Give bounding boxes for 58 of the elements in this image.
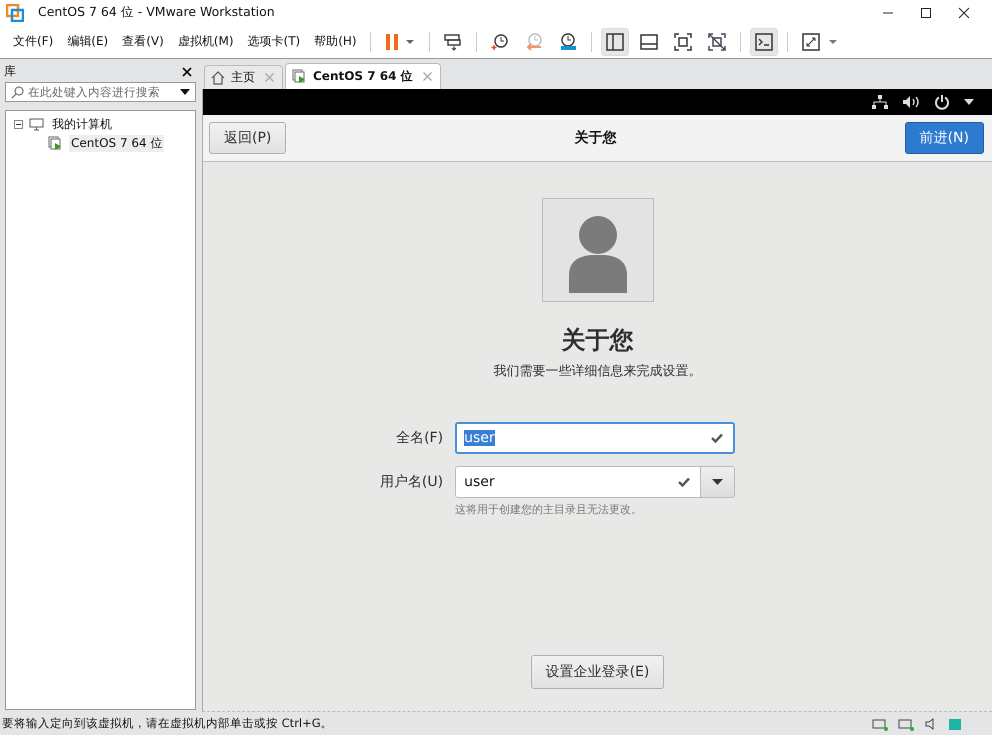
check-icon	[711, 433, 724, 443]
home-icon	[211, 70, 225, 84]
vm-icon	[292, 69, 307, 84]
menu-item[interactable]: 编辑(E)	[60, 33, 116, 50]
power-icon[interactable]	[934, 94, 950, 110]
tree-item[interactable]: 我的计算机	[50, 116, 114, 133]
menu-item[interactable]: 文件(F)	[6, 33, 60, 50]
volume-icon[interactable]	[902, 95, 920, 109]
tree-item[interactable]: CentOS 7 64 位	[69, 135, 164, 152]
user-silhouette-icon	[566, 213, 628, 293]
network-icon[interactable]	[872, 95, 888, 109]
check-icon	[678, 477, 690, 487]
app-logo-icon	[6, 4, 24, 22]
search-icon	[11, 86, 24, 98]
search-field[interactable]: 在此处键入内容进行搜索	[5, 82, 196, 102]
maximize-icon[interactable]	[920, 6, 932, 18]
panel-title: 库	[4, 63, 16, 80]
collapse-icon[interactable]	[14, 120, 23, 129]
monitor-icon	[29, 118, 44, 131]
clock-icon	[490, 32, 510, 52]
hint-text: 这将用于创建您的主目录且无法更改。	[455, 502, 644, 517]
vm-icon	[48, 136, 63, 151]
next-button[interactable]: 前进(N)	[904, 122, 984, 154]
menu-item[interactable]: 选项卡(T)	[240, 33, 308, 50]
input-field[interactable]: user	[455, 466, 702, 498]
status-text: 要将输入定向到该虚拟机，请在虚拟机内部单击或按 Ctrl+G。	[2, 716, 333, 731]
terminal-icon	[754, 32, 774, 52]
menu-item[interactable]: 虚拟机(M)	[170, 33, 241, 50]
enterprise-login-button[interactable]: 设置企业登录(E)	[530, 655, 664, 689]
heading: 关于您	[562, 325, 634, 356]
cd-drive-icon	[898, 716, 914, 730]
field-label: 用户名(U)	[380, 473, 444, 491]
fullscreen-icon	[672, 32, 693, 52]
avatar-button[interactable]	[542, 198, 654, 302]
close-icon[interactable]	[182, 66, 192, 76]
dropdown-arrow-icon[interactable]	[964, 99, 974, 105]
dropdown-arrow-icon[interactable]	[180, 89, 190, 95]
tab[interactable]: CentOS 7 64 位	[285, 63, 441, 89]
stacked-keys-icon	[442, 32, 463, 52]
crossed-frame-icon	[706, 32, 727, 52]
close-icon[interactable]	[958, 6, 970, 18]
menu-item[interactable]: 帮助(H)	[307, 33, 364, 50]
subtitle: 我们需要一些详细信息来完成设置。	[494, 363, 702, 380]
back-button[interactable]: 返回(P)	[209, 122, 286, 154]
bottom-panel-icon	[638, 32, 659, 52]
tab[interactable]: 主页	[204, 65, 283, 89]
page-title: 关于您	[574, 129, 616, 147]
display-device-icon	[948, 716, 962, 730]
pause-icon	[384, 32, 416, 52]
input-field[interactable]: user	[455, 422, 736, 454]
caret-icon	[712, 479, 724, 485]
window-title: CentOS 7 64 位 - VMware Workstation	[38, 4, 275, 21]
menu-item[interactable]: 查看(V)	[115, 33, 171, 50]
dropdown-button[interactable]	[701, 466, 736, 498]
sidebar-button[interactable]	[600, 28, 629, 56]
field-label: 全名(F)	[395, 429, 444, 447]
console-button[interactable]	[750, 28, 778, 56]
sidebar-icon	[604, 32, 625, 52]
